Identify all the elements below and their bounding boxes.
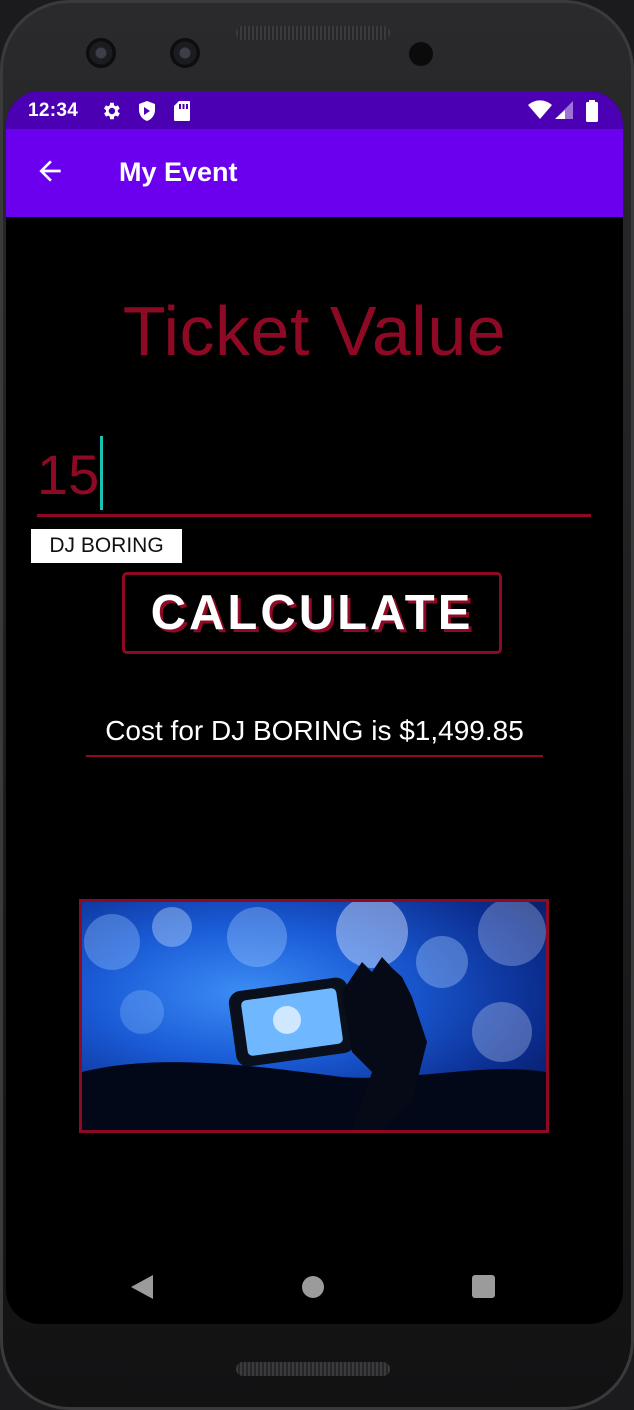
calculate-button[interactable]: CALCULATE [122, 572, 502, 654]
result-text: Cost for DJ BORING is $1,499.85 [86, 715, 543, 757]
phone-frame: 12:34 My Event Ticket Value 15 DJ BORING… [0, 0, 634, 1410]
text-cursor [100, 436, 103, 510]
home-circle-icon[interactable] [302, 1276, 324, 1298]
status-time: 12:34 [28, 100, 79, 121]
app-bar: My Event [6, 129, 623, 217]
battery-icon [586, 100, 598, 122]
concert-image [79, 899, 549, 1133]
proximity-sensor [409, 42, 433, 66]
bottom-speaker [236, 1362, 390, 1376]
shield-icon [139, 101, 155, 121]
concert-illustration [82, 902, 546, 1130]
front-camera-icon [86, 38, 116, 68]
screen: 12:34 My Event Ticket Value 15 DJ BORING… [6, 91, 623, 1324]
wifi-icon [528, 100, 552, 119]
page-heading: Ticket Value [122, 292, 507, 370]
front-camera-icon [170, 38, 200, 68]
gear-icon [104, 102, 120, 120]
sd-card-icon [174, 101, 190, 121]
recents-square-icon[interactable] [472, 1275, 495, 1298]
app-title: My Event [119, 157, 238, 187]
status-bar: 12:34 [6, 91, 623, 129]
arrow-back-icon[interactable] [34, 155, 66, 187]
back-triangle-icon[interactable] [130, 1274, 154, 1300]
top-speaker [236, 26, 390, 40]
signal-icon [555, 101, 573, 119]
ticket-value-field[interactable] [37, 436, 591, 518]
ticket-value-input[interactable] [37, 442, 591, 506]
system-nav-bar [6, 1251, 623, 1321]
dj-selector[interactable]: DJ BORING [31, 529, 182, 563]
input-underline [37, 514, 591, 517]
